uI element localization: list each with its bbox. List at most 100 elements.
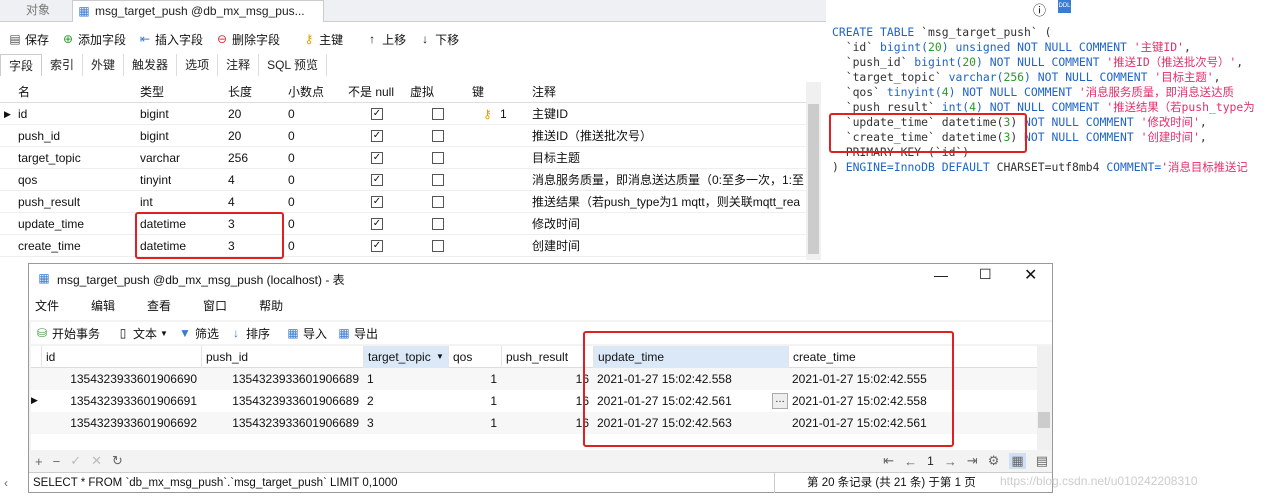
field-name[interactable]: id [18, 103, 27, 125]
minimize-button[interactable]: — [934, 267, 948, 283]
column-header[interactable]: 长度 [228, 82, 252, 102]
field-comment[interactable]: 推送ID（推送批次号） [532, 125, 804, 147]
not-null-checkbox[interactable]: ✓ [371, 218, 383, 230]
tab-indexes[interactable]: 索引 [42, 54, 84, 76]
refresh-icon[interactable]: ↻ [112, 453, 123, 469]
column-header-qos[interactable]: qos [448, 346, 501, 368]
sort-dropdown-icon[interactable]: ▼ [436, 352, 444, 361]
field-name[interactable]: update_time [18, 213, 84, 235]
field-row[interactable]: target_topic varchar 256 0 ✓ 目标主题 [0, 147, 806, 169]
cell-id[interactable]: 1354323933601906691 [41, 390, 201, 412]
scroll-left-icon[interactable]: ‹ [4, 476, 8, 490]
import-button[interactable]: ▦ 导入 [282, 325, 331, 342]
cell-qos[interactable]: 1 [448, 412, 501, 434]
settings-icon[interactable]: ⚙ [988, 453, 1000, 469]
menu-item[interactable]: 文件 [29, 292, 65, 320]
tab-options[interactable]: 选项 [177, 54, 219, 76]
column-header[interactable]: 不是 null [348, 82, 394, 102]
apply-icon[interactable]: ✓ [70, 453, 81, 469]
virtual-checkbox[interactable] [432, 196, 444, 208]
export-button[interactable]: ▦ 导出 [333, 325, 382, 342]
field-type[interactable]: int [140, 191, 153, 213]
field-length[interactable]: 4 [228, 191, 235, 213]
menu-item[interactable]: 查看 [141, 292, 177, 320]
move-down-button[interactable]: ↓ 下移 [414, 31, 463, 48]
insert-field-button[interactable]: ⇤ 插入字段 [134, 31, 207, 48]
field-type[interactable]: tinyint [140, 169, 171, 191]
field-type[interactable]: varchar [140, 147, 180, 169]
field-row[interactable]: ▶ id bigint 20 0 ✓ ⚷ 1 主键ID [0, 103, 806, 125]
text-button[interactable]: ▯ 文本 ▼ [112, 325, 172, 342]
virtual-checkbox[interactable] [432, 108, 444, 120]
cell-id[interactable]: 1354323933601906690 [41, 368, 201, 390]
field-decimals[interactable]: 0 [288, 125, 295, 147]
field-row[interactable]: qos tinyint 4 0 ✓ 消息服务质量，即消息送达质量（0:至多一次，1:至少 [0, 169, 806, 191]
cell-target-topic[interactable]: 1 [363, 368, 448, 390]
field-name[interactable]: create_time [18, 235, 81, 257]
cell-push-result[interactable]: 16 [501, 368, 593, 390]
discard-icon[interactable]: ✕ [91, 453, 102, 469]
field-name[interactable]: push_result [18, 191, 80, 213]
cell-id[interactable]: 1354323933601906692 [41, 412, 201, 434]
add-record-icon[interactable]: + [35, 454, 43, 469]
primary-key-button[interactable]: ⚷ 主键 [298, 31, 347, 48]
column-header[interactable]: 键 [472, 82, 484, 102]
field-row[interactable]: update_time datetime 3 0 ✓ 修改时间 [0, 213, 806, 235]
first-page-icon[interactable]: ⇤ [883, 453, 894, 469]
prev-page-icon[interactable]: ← [904, 454, 917, 469]
tab-objects[interactable]: 对象 [18, 0, 58, 22]
field-name[interactable]: push_id [18, 125, 60, 147]
tab-sql-preview[interactable]: SQL 预览 [259, 54, 327, 76]
cell-push-id[interactable]: 1354323933601906689 [201, 390, 363, 412]
field-comment[interactable]: 修改时间 [532, 213, 804, 235]
page-number[interactable]: 1 [927, 454, 934, 468]
cell-target-topic[interactable]: 3 [363, 412, 448, 434]
next-page-icon[interactable]: → [944, 454, 957, 469]
field-type[interactable]: bigint [140, 125, 169, 147]
column-header[interactable]: 注释 [532, 82, 556, 102]
menu-item[interactable]: 帮助 [253, 292, 289, 320]
field-comment[interactable]: 目标主题 [532, 147, 804, 169]
field-length[interactable]: 20 [228, 125, 241, 147]
data-scrollbar[interactable] [1037, 346, 1051, 450]
delete-record-icon[interactable]: − [53, 454, 61, 469]
field-length[interactable]: 4 [228, 169, 235, 191]
column-header[interactable]: 类型 [140, 82, 164, 102]
cell-target-topic[interactable]: 2 [363, 390, 448, 412]
not-null-checkbox[interactable]: ✓ [371, 240, 383, 252]
column-header-id[interactable]: id [41, 346, 201, 368]
column-header[interactable]: 名 [18, 82, 30, 102]
column-header[interactable]: 虚拟 [410, 82, 434, 102]
field-decimals[interactable]: 0 [288, 147, 295, 169]
menu-item[interactable]: 编辑 [85, 292, 121, 320]
column-header-push-id[interactable]: push_id [201, 346, 363, 368]
field-decimals[interactable]: 0 [288, 235, 295, 257]
virtual-checkbox[interactable] [432, 174, 444, 186]
field-decimals[interactable]: 0 [288, 213, 295, 235]
save-button[interactable]: ▤ 保存 [4, 31, 53, 48]
fields-scrollbar[interactable] [806, 82, 821, 260]
tab-comment[interactable]: 注释 [218, 54, 260, 76]
last-page-icon[interactable]: ⇥ [967, 453, 978, 469]
field-name[interactable]: target_topic [18, 147, 81, 169]
close-button[interactable]: ✕ [1024, 265, 1037, 285]
form-view-icon[interactable]: ▤ [1036, 453, 1048, 469]
tab-triggers[interactable]: 触发器 [124, 54, 178, 76]
field-comment[interactable]: 推送结果（若push_type为1 mqtt，则关联mqtt_rea [532, 191, 804, 213]
move-up-button[interactable]: ↑ 上移 [361, 31, 410, 48]
virtual-checkbox[interactable] [432, 152, 444, 164]
sort-button[interactable]: ↓ 排序 [225, 325, 274, 342]
field-row[interactable]: push_result int 4 0 ✓ 推送结果（若push_type为1 mqtt，… [0, 191, 806, 213]
begin-transaction-button[interactable]: ⛁ 开始事务 [31, 325, 104, 342]
field-row[interactable]: push_id bigint 20 0 ✓ 推送ID（推送批次号） [0, 125, 806, 147]
field-comment[interactable]: 创建时间 [532, 235, 804, 257]
tab-table-design[interactable]: ▦ msg_target_push @db_mx_msg_pus... [72, 0, 324, 22]
virtual-checkbox[interactable] [432, 240, 444, 252]
delete-field-button[interactable]: ⊖ 删除字段 [211, 31, 284, 48]
cell-push-id[interactable]: 1354323933601906689 [201, 412, 363, 434]
cell-push-result[interactable]: 16 [501, 412, 593, 434]
add-field-button[interactable]: ⊕ 添加字段 [57, 31, 130, 48]
virtual-checkbox[interactable] [432, 218, 444, 230]
maximize-button[interactable]: ☐ [979, 266, 992, 283]
field-decimals[interactable]: 0 [288, 191, 295, 213]
